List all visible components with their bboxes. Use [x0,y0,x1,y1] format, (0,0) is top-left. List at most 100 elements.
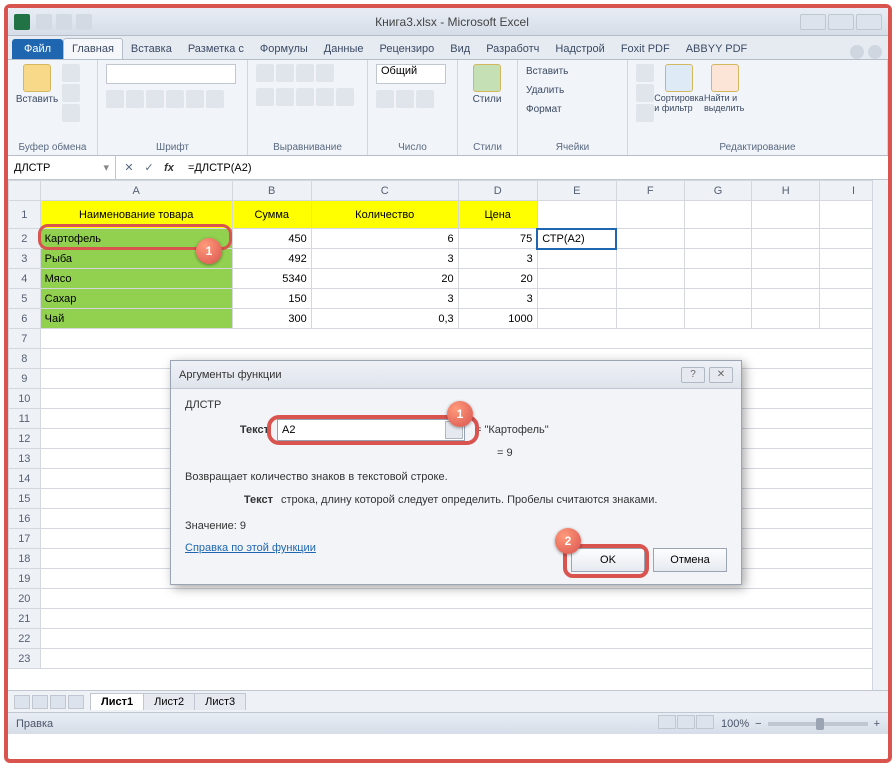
quick-access-toolbar[interactable] [36,14,92,30]
cell[interactable]: Цена [458,201,537,229]
cell[interactable] [40,609,887,629]
font-color-icon[interactable] [206,90,224,108]
cell[interactable]: Наименование товара [40,201,232,229]
paste-button[interactable]: Вставить [16,64,58,105]
tab-layout[interactable]: Разметка с [180,39,252,59]
copy-icon[interactable] [62,84,80,102]
cell[interactable] [40,629,887,649]
row-19[interactable]: 19 [9,569,41,589]
row-20[interactable]: 20 [9,589,41,609]
cell[interactable] [684,201,752,229]
cell[interactable]: 300 [232,309,311,329]
formula-input[interactable]: =ДЛСТР(A2) [182,156,888,179]
row-5[interactable]: 5 [9,289,41,309]
cell[interactable]: 20 [311,269,458,289]
function-help-link[interactable]: Справка по этой функции [185,542,316,554]
currency-icon[interactable] [376,90,394,108]
page-break-view-icon[interactable] [696,715,714,729]
dialog-close-icon[interactable]: ✕ [709,367,733,383]
indent-inc-icon[interactable] [336,88,354,106]
cell[interactable] [684,269,752,289]
view-buttons[interactable] [658,715,715,732]
row-6[interactable]: 6 [9,309,41,329]
row-11[interactable]: 11 [9,409,41,429]
row-13[interactable]: 13 [9,449,41,469]
find-select-button[interactable]: Найти и выделить [704,64,746,114]
cell[interactable] [616,201,684,229]
cell[interactable] [752,201,820,229]
number-format-combo[interactable]: Общий [376,64,446,84]
zoom-in-icon[interactable]: + [874,718,880,730]
name-box[interactable]: ДЛСТР ▾ [8,156,116,179]
row-8[interactable]: 8 [9,349,41,369]
styles-button[interactable]: Стили [466,64,508,105]
cell[interactable] [537,201,616,229]
cell[interactable]: 75 [458,229,537,249]
cell[interactable] [752,249,820,269]
tab-data[interactable]: Данные [316,39,372,59]
tab-formulas[interactable]: Формулы [252,39,316,59]
cell[interactable] [537,269,616,289]
bold-icon[interactable] [106,90,124,108]
cell[interactable]: Сумма [232,201,311,229]
cell[interactable] [684,289,752,309]
cell[interactable]: 5340 [232,269,311,289]
help-icon[interactable] [868,45,882,59]
row-10[interactable]: 10 [9,389,41,409]
normal-view-icon[interactable] [658,715,676,729]
arg-text-input[interactable] [277,419,465,441]
select-all[interactable] [9,181,41,201]
cell[interactable]: Количество [311,201,458,229]
cell[interactable]: 3 [458,249,537,269]
sheet-nav-prev-icon[interactable] [32,695,48,709]
grid[interactable]: A B C D E F G H I 1 Наименование товара … [8,180,888,690]
cell-E2[interactable]: СТР(A2) [537,229,616,249]
cell[interactable] [537,249,616,269]
cell[interactable]: 150 [232,289,311,309]
indent-dec-icon[interactable] [316,88,334,106]
fill-color-icon[interactable] [186,90,204,108]
align-top-icon[interactable] [256,64,274,82]
cell[interactable]: Мясо [40,269,232,289]
fill-icon[interactable] [636,84,654,102]
close-button[interactable] [856,14,882,30]
minimize-ribbon-icon[interactable] [850,45,864,59]
zoom-out-icon[interactable]: − [755,718,761,730]
col-F[interactable]: F [616,181,684,201]
clear-icon[interactable] [636,104,654,122]
cells-delete[interactable]: Удалить [526,83,564,98]
minimize-button[interactable] [800,14,826,30]
sheet-tab-2[interactable]: Лист2 [143,693,195,710]
sheet-nav-last-icon[interactable] [68,695,84,709]
cell[interactable]: 1000 [458,309,537,329]
row-3[interactable]: 3 [9,249,41,269]
row-4[interactable]: 4 [9,269,41,289]
italic-icon[interactable] [126,90,144,108]
cell[interactable]: Чай [40,309,232,329]
col-C[interactable]: C [311,181,458,201]
page-layout-view-icon[interactable] [677,715,695,729]
row-2[interactable]: 2 [9,229,41,249]
cell[interactable] [684,249,752,269]
cancel-formula-icon[interactable]: ✕ [120,159,138,177]
underline-icon[interactable] [146,90,164,108]
sheet-nav-next-icon[interactable] [50,695,66,709]
ok-button[interactable]: OK [571,548,645,572]
row-22[interactable]: 22 [9,629,41,649]
tab-home[interactable]: Главная [63,38,123,59]
vertical-scrollbar[interactable] [872,180,888,690]
dialog-help-icon[interactable]: ? [681,367,705,383]
cell[interactable]: 20 [458,269,537,289]
col-E[interactable]: E [537,181,616,201]
border-icon[interactable] [166,90,184,108]
cell[interactable]: 3 [311,289,458,309]
align-bot-icon[interactable] [296,64,314,82]
col-A[interactable]: A [40,181,232,201]
tab-foxit[interactable]: Foxit PDF [613,39,678,59]
tab-addins[interactable]: Надстрой [547,39,612,59]
cell[interactable]: 0,3 [311,309,458,329]
percent-icon[interactable] [396,90,414,108]
row-17[interactable]: 17 [9,529,41,549]
cell[interactable] [752,289,820,309]
cell[interactable]: 3 [311,249,458,269]
